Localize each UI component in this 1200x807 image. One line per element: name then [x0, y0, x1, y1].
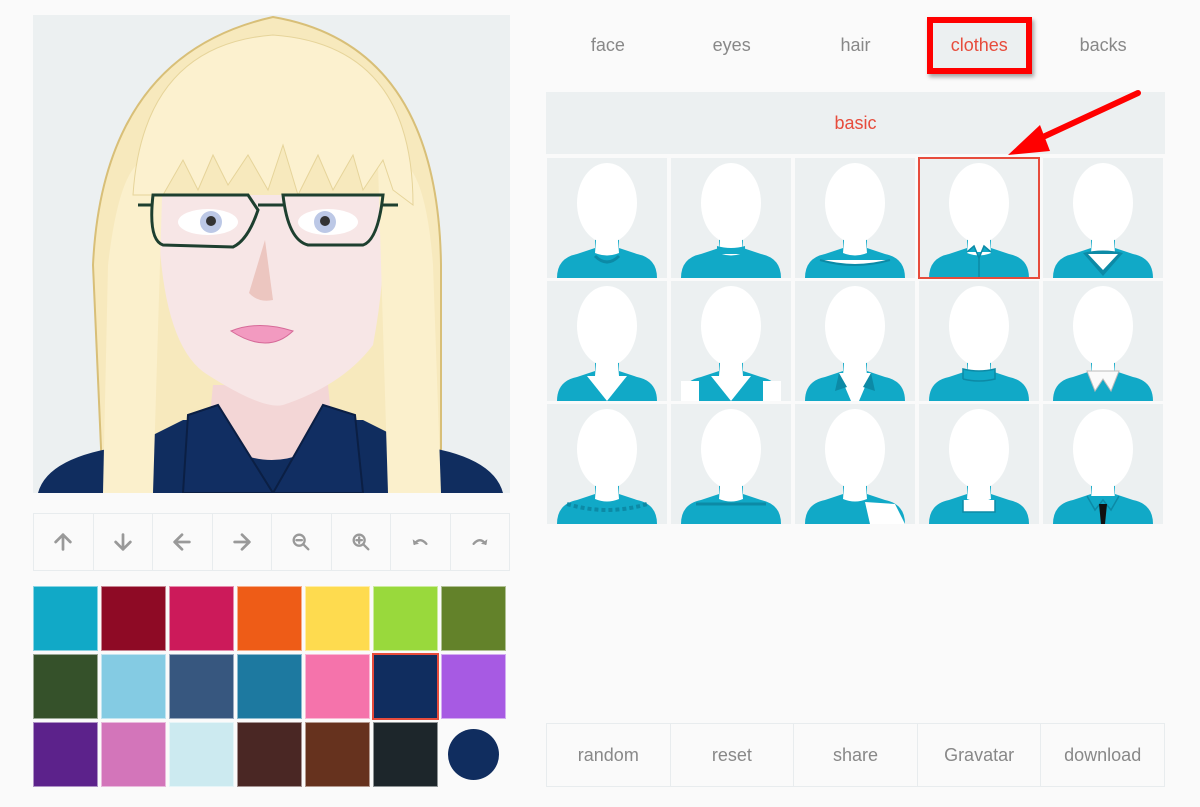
- arrow-down-icon: [114, 533, 132, 551]
- tab-hair[interactable]: hair: [794, 15, 918, 75]
- clothes-thumbnail: [1053, 286, 1153, 401]
- random-button[interactable]: random: [547, 724, 671, 786]
- move-up-button[interactable]: [34, 514, 94, 570]
- clothes-thumbnail: [681, 409, 781, 524]
- zoom-out-icon: [292, 533, 310, 551]
- clothes-item-tshirt-crew[interactable]: [547, 158, 667, 278]
- clothes-thumbnail: [805, 286, 905, 401]
- redo-button[interactable]: [451, 514, 510, 570]
- color-swatch[interactable]: [373, 586, 438, 651]
- clothes-thumbnail: [1053, 163, 1153, 278]
- clothes-thumbnail: [1053, 409, 1153, 524]
- tab-eyes[interactable]: eyes: [670, 15, 794, 75]
- clothes-thumbnail: [805, 409, 905, 524]
- clothes-item-turtleneck[interactable]: [919, 281, 1039, 401]
- clothes-thumbnail: [681, 163, 781, 278]
- tab-label: eyes: [712, 34, 751, 55]
- clothes-thumbnail: [929, 163, 1029, 278]
- arrow-left-icon: [173, 533, 191, 551]
- color-swatch[interactable]: [169, 586, 234, 651]
- clothes-item-scoop-neck[interactable]: [795, 158, 915, 278]
- tab-face[interactable]: face: [546, 15, 670, 75]
- tab-label: clothes: [926, 16, 1032, 74]
- color-swatch[interactable]: [33, 586, 98, 651]
- gravatar-button[interactable]: Gravatar: [918, 724, 1042, 786]
- tab-label: hair: [840, 34, 871, 55]
- color-swatch[interactable]: [305, 586, 370, 651]
- color-swatch[interactable]: [237, 722, 302, 787]
- undo-icon: [412, 539, 428, 545]
- color-swatch[interactable]: [33, 722, 98, 787]
- tab-backs[interactable]: backs: [1041, 15, 1165, 75]
- clothes-thumbnail: [557, 409, 657, 524]
- reset-button[interactable]: reset: [671, 724, 795, 786]
- clothes-thumbnail: [929, 409, 1029, 524]
- clothes-item-polo-tie[interactable]: [1043, 404, 1163, 524]
- color-swatch[interactable]: [169, 722, 234, 787]
- zoom-in-icon: [352, 533, 370, 551]
- clothes-item-zip-collar[interactable]: [918, 157, 1040, 279]
- clothes-item-square-neck[interactable]: [919, 404, 1039, 524]
- clothes-item-ruffle[interactable]: [547, 404, 667, 524]
- clothes-thumbnail: [929, 286, 1029, 401]
- zoom-in-button[interactable]: [332, 514, 391, 570]
- clothes-item-shirt-collar[interactable]: [1043, 281, 1163, 401]
- category-tabs: face eyes hair clothes backs: [546, 15, 1165, 75]
- move-right-button[interactable]: [213, 514, 272, 570]
- color-swatch[interactable]: [101, 654, 166, 719]
- avatar-image: [38, 15, 503, 493]
- clothes-item-mock-neck[interactable]: [671, 158, 791, 278]
- clothes-item-v-wrap[interactable]: [547, 281, 667, 401]
- color-swatch[interactable]: [373, 722, 438, 787]
- color-swatch[interactable]: [101, 586, 166, 651]
- color-swatch[interactable]: [33, 654, 98, 719]
- color-swatch[interactable]: [305, 654, 370, 719]
- color-palette: [33, 586, 510, 787]
- color-swatch[interactable]: [101, 722, 166, 787]
- color-swatch[interactable]: [441, 654, 506, 719]
- action-bar: random reset share Gravatar download: [546, 723, 1165, 787]
- color-swatch[interactable]: [237, 586, 302, 651]
- move-down-button[interactable]: [94, 514, 153, 570]
- avatar-maker: face eyes hair clothes backs basic random res…: [0, 0, 1200, 807]
- current-color-indicator[interactable]: [448, 729, 499, 780]
- color-swatch[interactable]: [441, 586, 506, 651]
- clothes-item-boat-neck[interactable]: [671, 404, 791, 524]
- arrow-right-icon: [233, 533, 251, 551]
- color-swatch[interactable]: [237, 654, 302, 719]
- share-button[interactable]: share: [794, 724, 918, 786]
- clothes-thumbnail: [805, 163, 905, 278]
- color-swatch[interactable]: [372, 653, 439, 720]
- tab-label: face: [590, 34, 625, 55]
- clothes-thumbnail: [557, 286, 657, 401]
- redo-icon: [472, 539, 488, 545]
- clothes-thumbnail: [557, 163, 657, 278]
- clothes-grid: [547, 157, 1163, 524]
- tab-label: backs: [1079, 34, 1127, 55]
- color-swatch[interactable]: [169, 654, 234, 719]
- current-color-wrap: [441, 722, 506, 787]
- position-toolbar: [33, 513, 510, 571]
- clothes-item-blazer[interactable]: [795, 281, 915, 401]
- color-swatch[interactable]: [305, 722, 370, 787]
- arrow-up-icon: [54, 533, 72, 551]
- zoom-out-button[interactable]: [272, 514, 332, 570]
- clothes-item-v-tank[interactable]: [671, 281, 791, 401]
- tab-clothes[interactable]: clothes: [917, 15, 1041, 75]
- clothes-thumbnail: [681, 286, 781, 401]
- subcategory-basic[interactable]: basic: [546, 92, 1165, 154]
- move-left-button[interactable]: [153, 514, 213, 570]
- undo-button[interactable]: [391, 514, 451, 570]
- clothes-item-hoodie[interactable]: [1043, 158, 1163, 278]
- download-button[interactable]: download: [1041, 724, 1164, 786]
- clothes-item-one-shoulder[interactable]: [795, 404, 915, 524]
- avatar-preview: [33, 15, 510, 493]
